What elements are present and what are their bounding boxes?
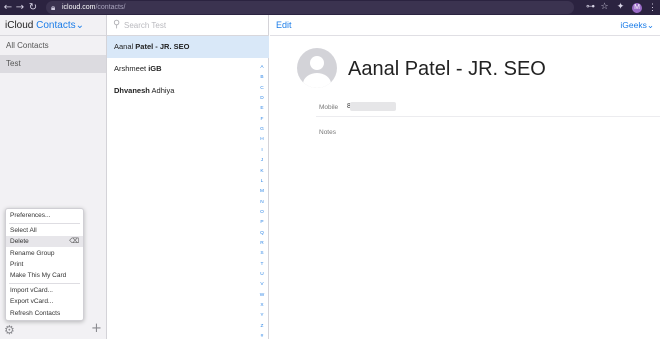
menu-item-select-all[interactable]: Select All xyxy=(6,225,83,236)
index-letter[interactable]: R xyxy=(257,240,267,248)
contact-first-name: Aanal xyxy=(114,42,134,51)
index-letter[interactable]: W xyxy=(257,292,267,300)
extensions-icon[interactable]: ✦ xyxy=(615,1,626,14)
mobile-label: Mobile xyxy=(319,104,339,111)
contact-detail-panel: Edit iGeeks⌄ Aanal Patel - JR. SEO Mobil… xyxy=(270,15,660,339)
index-letter[interactable]: D xyxy=(257,95,267,103)
search-bar: ⚲ xyxy=(107,15,269,36)
index-letter[interactable]: B xyxy=(257,74,267,82)
index-letter[interactable]: G xyxy=(257,126,267,134)
address-bar[interactable]: 🔒︎ icloud.com/contacts/ xyxy=(46,1,574,14)
contact-first-name: Arshmeet xyxy=(114,64,147,73)
contact-name: Aanal Patel - JR. SEO xyxy=(348,58,546,80)
forward-button[interactable]: → xyxy=(15,1,25,14)
index-letter[interactable]: A xyxy=(257,64,267,72)
contact-row[interactable]: Dhvanesh Adhiya xyxy=(107,80,269,102)
contact-last-name: iGB xyxy=(148,64,162,73)
menu-item-export-vcard[interactable]: Export vCard... xyxy=(6,296,83,307)
index-letter[interactable]: # xyxy=(257,333,267,339)
menu-item-delete-label: Delete xyxy=(10,238,29,245)
sidebar-footer: ⚙ + xyxy=(0,321,106,339)
contact-last-name: Adhiya xyxy=(151,86,175,95)
search-input[interactable] xyxy=(124,19,254,32)
index-letter[interactable]: U xyxy=(257,271,267,279)
index-letter[interactable]: P xyxy=(257,219,267,227)
url-path: /contacts/ xyxy=(95,4,126,11)
menu-item-make-my-card[interactable]: Make This My Card xyxy=(6,270,83,281)
index-letter[interactable]: Y xyxy=(257,312,267,320)
avatar-body-shape xyxy=(303,73,331,88)
sidebar-header: iCloud Contacts⌄ xyxy=(0,15,106,36)
avatar-head-shape xyxy=(310,56,324,70)
menu-item-import-vcard[interactable]: Import vCard... xyxy=(6,285,83,296)
index-letter[interactable]: T xyxy=(257,261,267,269)
menu-item-delete[interactable]: Delete ⌫ xyxy=(6,236,83,247)
search-icon: ⚲ xyxy=(113,19,121,30)
settings-menu: Preferences... Select All Delete ⌫ Renam… xyxy=(5,208,84,321)
app-section: Contacts xyxy=(36,20,76,31)
avatar xyxy=(297,48,337,88)
contact-last-name: Patel - JR. SEO xyxy=(135,42,190,51)
index-letter[interactable]: H xyxy=(257,136,267,144)
sidebar-item-test[interactable]: Test xyxy=(0,55,106,73)
index-letter[interactable]: X xyxy=(257,302,267,310)
contact-first-name: Dhvanesh xyxy=(114,86,150,95)
gear-icon[interactable]: ⚙ xyxy=(4,323,18,337)
app-name: iCloud xyxy=(5,20,34,31)
index-letter[interactable]: J xyxy=(257,157,267,165)
menu-divider xyxy=(9,223,80,224)
index-letter[interactable]: F xyxy=(257,116,267,124)
url-text: icloud.com/contacts/ xyxy=(62,1,125,14)
redacted-phone-number xyxy=(350,102,396,111)
menu-item-rename-group[interactable]: Rename Group xyxy=(6,248,83,259)
account-menu-button[interactable]: iGeeks⌄ xyxy=(620,20,654,31)
index-letter[interactable]: M xyxy=(257,188,267,196)
profile-avatar[interactable]: M xyxy=(632,3,642,13)
delete-key-icon: ⌫ xyxy=(69,237,79,245)
account-name: iGeeks xyxy=(620,20,647,30)
contact-row[interactable]: Aanal Patel - JR. SEO xyxy=(107,36,269,58)
index-letter[interactable]: E xyxy=(257,105,267,113)
index-letter[interactable]: L xyxy=(257,178,267,186)
index-letter[interactable]: V xyxy=(257,281,267,289)
menu-item-refresh-contacts[interactable]: Refresh Contacts xyxy=(6,308,83,319)
index-letter[interactable]: O xyxy=(257,209,267,217)
index-letter[interactable]: Z xyxy=(257,323,267,331)
app-title[interactable]: iCloud Contacts⌄ xyxy=(5,20,84,32)
index-letter[interactable]: K xyxy=(257,168,267,176)
field-divider xyxy=(316,116,660,117)
add-group-button[interactable]: + xyxy=(91,322,103,336)
url-host: icloud.com xyxy=(62,4,96,11)
menu-item-print[interactable]: Print xyxy=(6,259,83,270)
edit-button[interactable]: Edit xyxy=(276,20,292,31)
reload-button[interactable]: ↻ xyxy=(28,1,38,14)
contact-list-panel: ⚲ Aanal Patel - JR. SEO Arshmeet iGB Dhv… xyxy=(107,15,269,339)
chevron-down-icon: ⌄ xyxy=(75,20,84,31)
sidebar-item-all-contacts[interactable]: All Contacts xyxy=(0,37,106,55)
index-letter[interactable]: S xyxy=(257,250,267,258)
bookmark-star-icon[interactable]: ☆ xyxy=(599,1,610,14)
index-letter[interactable]: I xyxy=(257,147,267,155)
index-letter[interactable]: Q xyxy=(257,230,267,238)
index-letter[interactable]: N xyxy=(257,199,267,207)
browser-menu-icon[interactable]: ⋮ xyxy=(648,1,657,14)
menu-item-preferences[interactable]: Preferences... xyxy=(6,210,83,221)
browser-toolbar: ← → ↻ 🔒︎ icloud.com/contacts/ ⊶ ☆ ✦ M ⋮ xyxy=(0,0,660,15)
notes-label: Notes xyxy=(319,129,336,136)
detail-toolbar: Edit iGeeks⌄ xyxy=(270,15,660,36)
menu-divider xyxy=(9,283,80,284)
contact-row[interactable]: Arshmeet iGB xyxy=(107,58,269,80)
lock-icon: 🔒︎ xyxy=(51,3,56,12)
back-button[interactable]: ← xyxy=(3,1,13,14)
index-letter[interactable]: C xyxy=(257,85,267,93)
key-icon[interactable]: ⊶ xyxy=(585,1,596,14)
